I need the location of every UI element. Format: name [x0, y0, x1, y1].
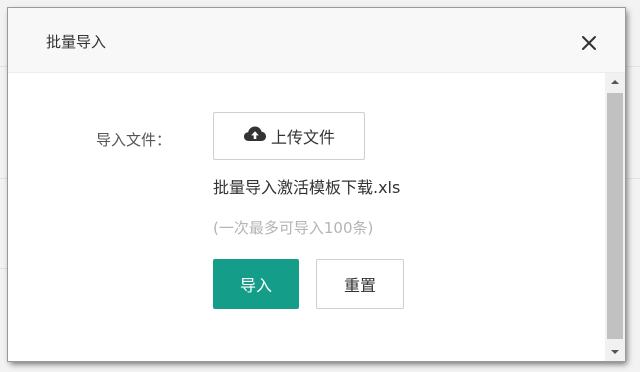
scroll-up-arrow-icon[interactable] — [605, 73, 625, 91]
dialog-title: 批量导入 — [46, 33, 107, 51]
upload-button-label: 上传文件 — [270, 128, 335, 147]
dialog-body: 导入文件： 上传文件 批量导入激活模板下载.xls (一次最多可导入100条) … — [8, 73, 605, 361]
template-download-link[interactable]: 批量导入激活模板下载.xls — [213, 177, 400, 199]
vertical-scrollbar[interactable] — [605, 73, 625, 361]
scrollbar-thumb[interactable] — [607, 93, 623, 339]
batch-import-dialog: 批量导入 导入文件： 上传文件 批量导入激活模板下载.xls (一次最多可导入1… — [8, 8, 625, 361]
cloud-upload-icon — [243, 124, 267, 148]
close-icon[interactable] — [578, 32, 600, 54]
import-limit-hint: (一次最多可导入100条) — [213, 219, 374, 237]
import-file-label: 导入文件： — [96, 131, 172, 149]
import-button[interactable]: 导入 — [213, 259, 299, 309]
dialog-header: 批量导入 — [8, 8, 625, 73]
scroll-down-arrow-icon[interactable] — [605, 343, 625, 361]
reset-button[interactable]: 重置 — [316, 259, 404, 309]
upload-file-button[interactable]: 上传文件 — [213, 112, 365, 160]
